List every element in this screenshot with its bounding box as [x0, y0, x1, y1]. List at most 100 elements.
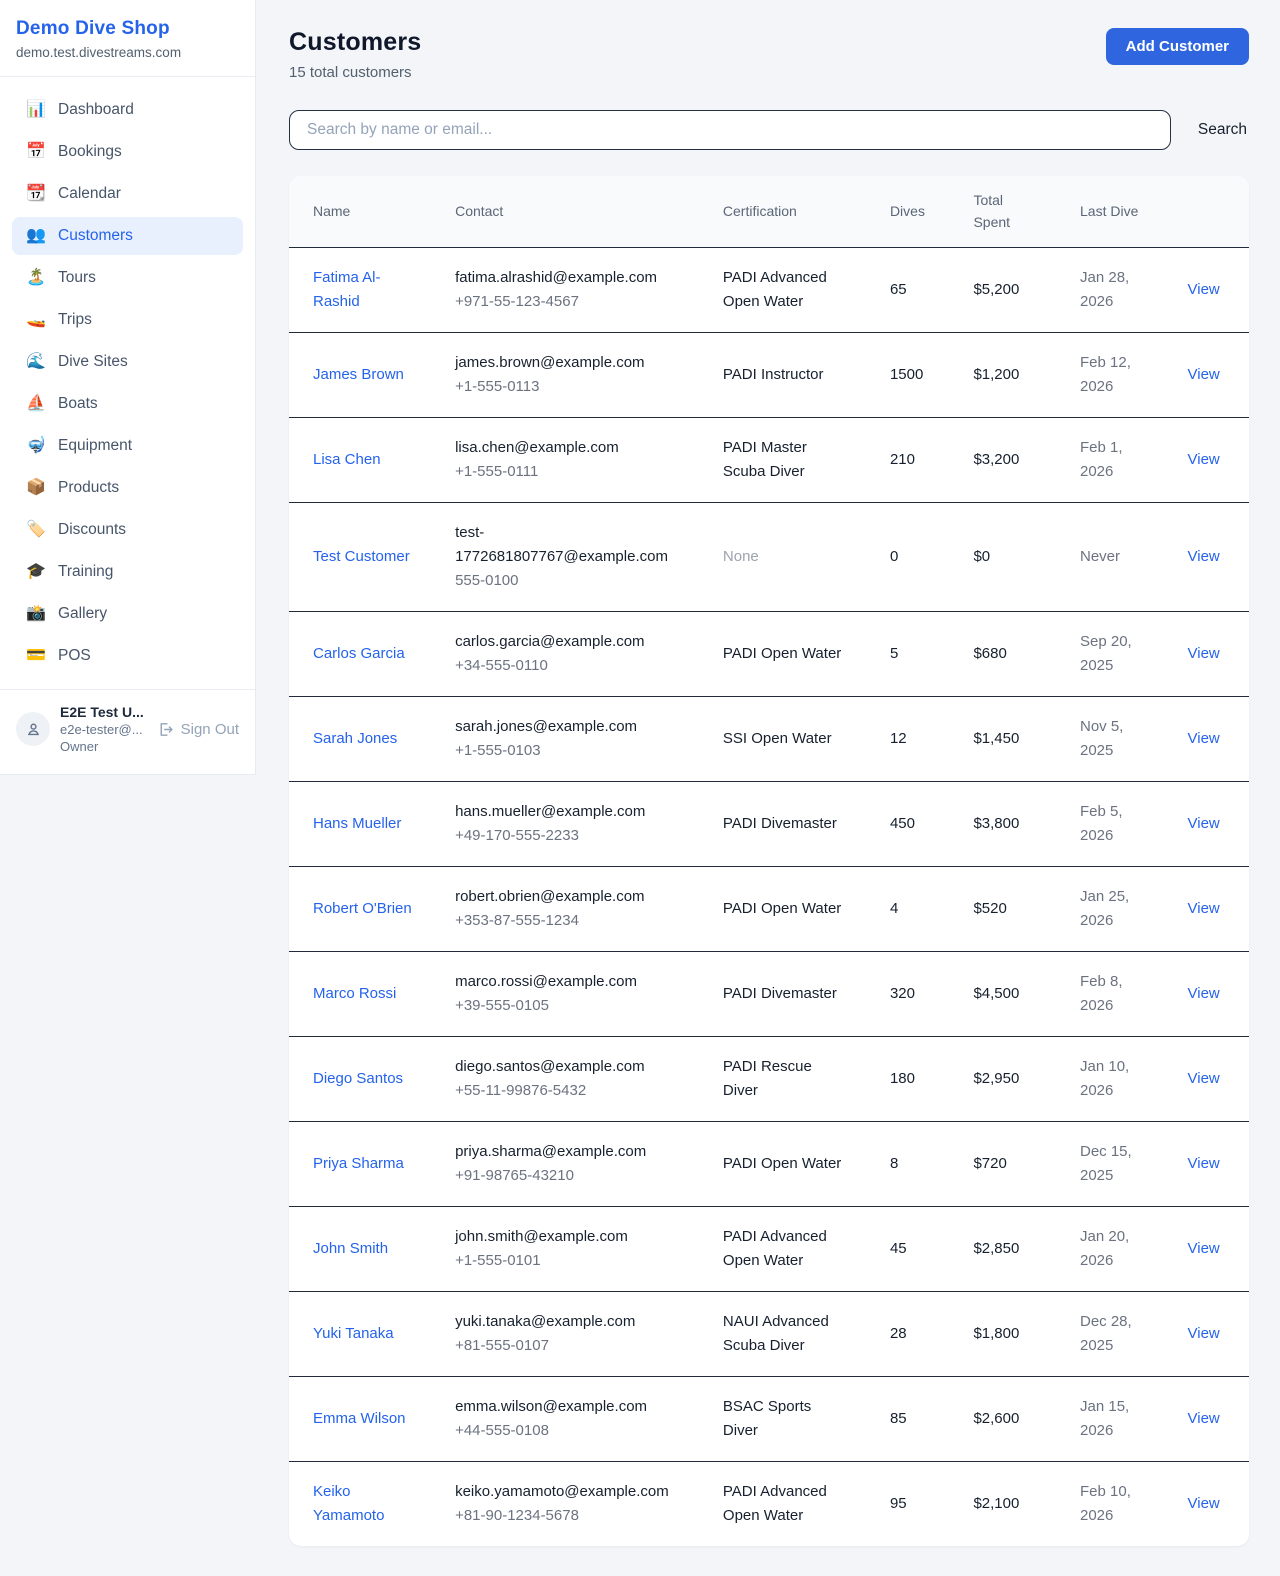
view-link[interactable]: View	[1188, 1240, 1220, 1257]
sidebar-item-pos[interactable]: 💳 POS	[12, 637, 243, 675]
table-row: Carlos Garcia carlos.garcia@example.com …	[289, 612, 1249, 697]
customer-email: james.brown@example.com	[455, 351, 683, 375]
sidebar-item-tours[interactable]: 🏝️ Tours	[12, 259, 243, 297]
customer-dives: 320	[866, 952, 950, 1037]
table-row: Emma Wilson emma.wilson@example.com +44-…	[289, 1377, 1249, 1462]
view-link[interactable]: View	[1188, 815, 1220, 832]
table-row: James Brown james.brown@example.com +1-5…	[289, 333, 1249, 418]
tear-off-calendar-icon: 📆	[26, 186, 46, 202]
bar-chart-icon: 📊	[26, 102, 46, 118]
view-link[interactable]: View	[1188, 900, 1220, 917]
customer-email: fatima.alrashid@example.com	[455, 266, 683, 290]
customer-total-spent: $1,800	[949, 1292, 1056, 1377]
customer-phone: +1-555-0111	[455, 460, 683, 484]
sidebar-item-training[interactable]: 🎓 Training	[12, 553, 243, 591]
view-link[interactable]: View	[1188, 366, 1220, 383]
sidebar-item-dashboard[interactable]: 📊 Dashboard	[12, 91, 243, 129]
sidebar-item-trips[interactable]: 🚤 Trips	[12, 301, 243, 339]
view-link[interactable]: View	[1188, 1495, 1220, 1512]
customer-phone: +55-11-99876-5432	[455, 1079, 683, 1103]
diving-mask-icon: 🤿	[26, 438, 46, 454]
customer-name-link[interactable]: Test Customer	[313, 548, 410, 565]
customer-name-link[interactable]: John Smith	[313, 1240, 388, 1257]
customer-dives: 85	[866, 1377, 950, 1462]
customer-phone: +91-98765-43210	[455, 1164, 683, 1188]
sidebar: Demo Dive Shop demo.test.divestreams.com…	[0, 0, 256, 775]
customer-email: sarah.jones@example.com	[455, 715, 683, 739]
customer-name-link[interactable]: Marco Rossi	[313, 985, 396, 1002]
customer-name-link[interactable]: Priya Sharma	[313, 1155, 404, 1172]
customer-email: diego.santos@example.com	[455, 1055, 683, 1079]
customer-name-link[interactable]: Carlos Garcia	[313, 645, 405, 662]
col-header-actions	[1164, 176, 1249, 248]
customer-phone: +971-55-123-4567	[455, 290, 683, 314]
sidebar-item-bookings[interactable]: 📅 Bookings	[12, 133, 243, 171]
customer-name-link[interactable]: Yuki Tanaka	[313, 1325, 394, 1342]
customer-name-link[interactable]: Keiko Yamamoto	[313, 1483, 384, 1524]
customer-name-link[interactable]: Diego Santos	[313, 1070, 403, 1087]
customer-certification: SSI Open Water	[723, 730, 832, 747]
view-link[interactable]: View	[1188, 645, 1220, 662]
customer-dives: 45	[866, 1207, 950, 1292]
customer-email: test-1772681807767@example.com	[455, 521, 683, 569]
sidebar-item-customers[interactable]: 👥 Customers	[12, 217, 243, 255]
customer-last-dive: Never	[1056, 503, 1164, 612]
customer-email: john.smith@example.com	[455, 1225, 683, 1249]
table-row: Test Customer test-1772681807767@example…	[289, 503, 1249, 612]
sign-out-button[interactable]: Sign Out	[157, 721, 239, 738]
sidebar-item-dive-sites[interactable]: 🌊 Dive Sites	[12, 343, 243, 381]
sidebar-item-boats[interactable]: ⛵ Boats	[12, 385, 243, 423]
customer-last-dive: Feb 1, 2026	[1056, 418, 1164, 503]
customer-name-link[interactable]: Sarah Jones	[313, 730, 397, 747]
col-header-last-dive: Last Dive	[1056, 176, 1164, 248]
customer-name-link[interactable]: Robert O'Brien	[313, 900, 412, 917]
customer-dives: 1500	[866, 333, 950, 418]
sidebar-item-products[interactable]: 📦 Products	[12, 469, 243, 507]
sidebar-item-label: Tours	[58, 269, 96, 287]
search-button[interactable]: Search	[1196, 115, 1249, 145]
view-link[interactable]: View	[1188, 281, 1220, 298]
customer-phone: +1-555-0113	[455, 375, 683, 399]
view-link[interactable]: View	[1188, 1155, 1220, 1172]
sidebar-item-discounts[interactable]: 🏷️ Discounts	[12, 511, 243, 549]
view-link[interactable]: View	[1188, 548, 1220, 565]
sidebar-item-calendar[interactable]: 📆 Calendar	[12, 175, 243, 213]
customer-total-spent: $2,100	[949, 1462, 1056, 1547]
view-link[interactable]: View	[1188, 451, 1220, 468]
customer-name-link[interactable]: Emma Wilson	[313, 1410, 406, 1427]
sidebar-item-label: Bookings	[58, 143, 122, 161]
customer-certification: BSAC Sports Diver	[723, 1398, 811, 1439]
camera-flash-icon: 📸	[26, 606, 46, 622]
view-link[interactable]: View	[1188, 1325, 1220, 1342]
view-link[interactable]: View	[1188, 730, 1220, 747]
customer-email: robert.obrien@example.com	[455, 885, 683, 909]
customer-name-link[interactable]: James Brown	[313, 366, 404, 383]
customer-last-dive: Nov 5, 2025	[1056, 697, 1164, 782]
sidebar-item-gallery[interactable]: 📸 Gallery	[12, 595, 243, 633]
customer-name-link[interactable]: Lisa Chen	[313, 451, 381, 468]
view-link[interactable]: View	[1188, 1410, 1220, 1427]
customer-certification: PADI Divemaster	[723, 815, 837, 832]
customer-certification: PADI Master Scuba Diver	[723, 439, 807, 480]
search-input[interactable]	[289, 110, 1171, 150]
table-row: Marco Rossi marco.rossi@example.com +39-…	[289, 952, 1249, 1037]
add-customer-button[interactable]: Add Customer	[1106, 28, 1249, 65]
customer-total-spent: $3,800	[949, 782, 1056, 867]
customer-dives: 450	[866, 782, 950, 867]
customer-dives: 4	[866, 867, 950, 952]
customer-total-spent: $1,450	[949, 697, 1056, 782]
customer-certification: PADI Open Water	[723, 1155, 841, 1172]
page-header: Customers 15 total customers Add Custome…	[289, 28, 1249, 81]
speedboat-icon: 🚤	[26, 312, 46, 328]
sign-out-label: Sign Out	[181, 721, 239, 738]
customer-name-link[interactable]: Hans Mueller	[313, 815, 401, 832]
tag-icon: 🏷️	[26, 522, 46, 538]
view-link[interactable]: View	[1188, 985, 1220, 1002]
sidebar-item-equipment[interactable]: 🤿 Equipment	[12, 427, 243, 465]
shop-name: Demo Dive Shop	[16, 18, 239, 40]
customer-phone: +44-555-0108	[455, 1419, 683, 1443]
view-link[interactable]: View	[1188, 1070, 1220, 1087]
customer-dives: 210	[866, 418, 950, 503]
customer-name-link[interactable]: Fatima Al-Rashid	[313, 269, 381, 310]
customer-phone: +1-555-0103	[455, 739, 683, 763]
